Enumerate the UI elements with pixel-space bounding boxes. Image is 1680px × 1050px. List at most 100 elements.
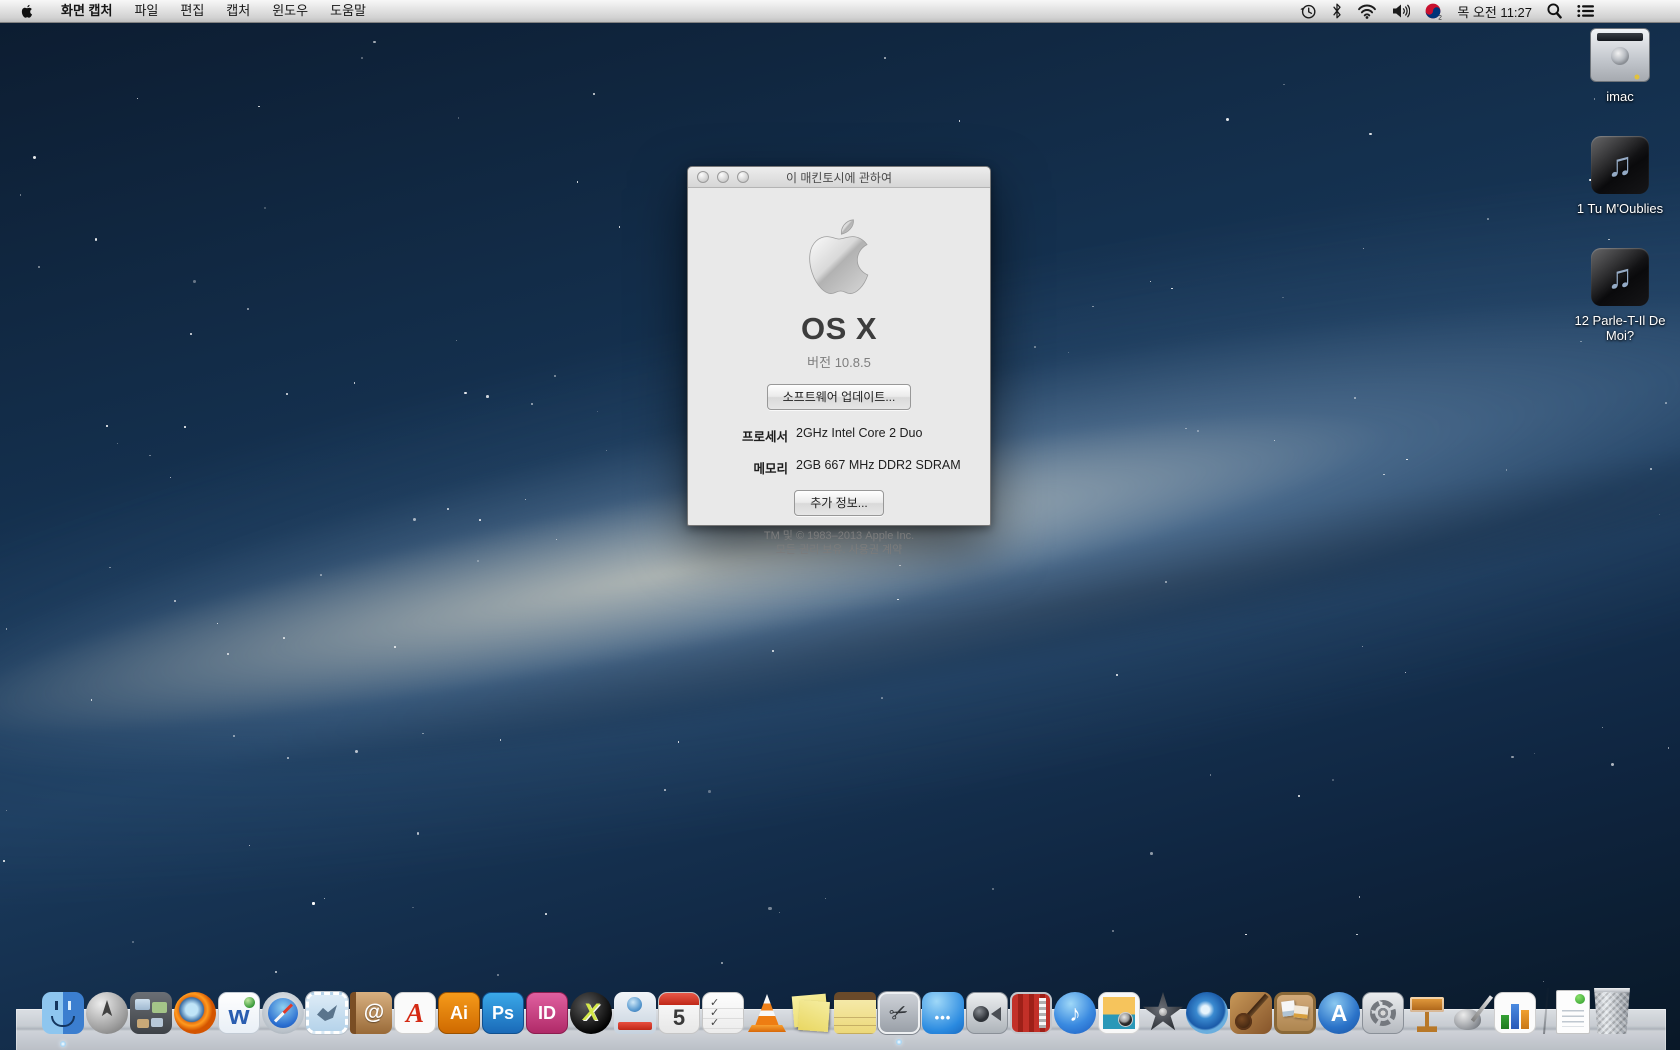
itunes-dock-icon[interactable]: ♪ [1054,992,1096,1034]
more-info-button[interactable]: 추가 정보... [794,490,884,516]
about-this-mac-dialog: 이 매킨토시에 관하여 OS X 버전 10.8.5 소프트웨어 업데이트...… [687,166,991,526]
acrobat-dock-icon[interactable]: A [394,992,436,1034]
messages-dock-icon[interactable]: ••• [922,992,964,1034]
messages-glyph: ••• [922,992,964,1034]
desktop-icon-label: 12 Parle-T-Il De Moi? [1558,313,1680,343]
contacts-glyph: @ [356,992,392,1034]
dock: w@AAiPsIDX5✓✓✓✂•••♪A [0,972,1680,1050]
menu-윈도우[interactable]: 윈도우 [261,0,319,22]
imovie-dock-icon[interactable] [1142,992,1184,1034]
numbers-dock-icon[interactable] [1494,992,1536,1034]
desktop-icon-label: imac [1558,89,1680,104]
indesign-glyph: ID [527,993,567,1033]
menu-캡처[interactable]: 캡처 [215,0,261,22]
idvd-dock-icon[interactable] [1186,992,1228,1034]
w-app-dock-icon[interactable]: w [218,992,260,1034]
quarkxpress-dock-icon[interactable]: X [570,992,612,1034]
grab-dock-icon[interactable]: ✂ [878,992,920,1034]
keynote-dock-icon[interactable] [1406,992,1448,1034]
menu-bar-clock[interactable]: 목 오전 11:27 [1457,2,1532,21]
reminders-glyph: ✓✓✓ [703,993,720,1033]
stickies-dock-icon[interactable] [790,992,832,1034]
desktop-icon-label: 1 Tu M'Oublies [1558,201,1680,216]
running-indicator [60,1041,66,1047]
spotlight-icon[interactable] [1547,3,1562,19]
menu-파일[interactable]: 파일 [123,0,169,22]
mission-control-dock-icon[interactable] [130,992,172,1034]
dialog-title: 이 매킨토시에 관하여 [786,169,892,186]
zoom-button[interactable] [737,171,749,183]
processor-value: 2GHz Intel Core 2 Duo [796,426,922,445]
wifi-icon[interactable] [1357,4,1377,19]
grab-glyph: ✂ [874,988,924,1038]
menu-편집[interactable]: 편집 [169,0,215,22]
app-store-glyph: A [1318,992,1360,1034]
iphoto-dock-icon[interactable] [1098,992,1140,1034]
pages-dock-icon[interactable] [1450,992,1492,1034]
iweb-dock-icon[interactable] [1274,992,1316,1034]
acrobat-glyph: A [395,993,435,1033]
firefox-dock-icon[interactable] [174,992,216,1034]
korean-input-icon[interactable]: 2 [1425,3,1442,20]
illustrator-glyph: Ai [439,993,479,1033]
volume-icon[interactable] [1392,4,1410,18]
music-note-glyph: ♫ [1607,146,1633,185]
launchpad-dock-icon[interactable] [86,992,128,1034]
facetime-dock-icon[interactable] [966,992,1008,1034]
photo-booth-dock-icon[interactable] [1010,992,1052,1034]
trash-dock-icon[interactable] [1592,988,1632,1034]
memory-row: 메모리 2GB 667 MHz DDR2 SDRAM [688,458,990,477]
audio-file-icon: ♫ [1591,248,1649,306]
menu-bar-status-area: 2 목 오전 11:27 [1300,0,1594,22]
memory-value: 2GB 667 MHz DDR2 SDRAM [796,458,961,477]
notes-dock-icon[interactable] [834,992,876,1034]
memory-label: 메모리 [688,458,788,477]
calendar-dock-icon[interactable]: 5 [658,992,700,1034]
dock-divider [1543,988,1549,1034]
close-button[interactable] [697,171,709,183]
indesign-dock-icon[interactable]: ID [526,992,568,1034]
contacts-dock-icon[interactable]: @ [350,992,392,1034]
finder-dock-icon[interactable] [42,992,84,1034]
processor-label: 프로세서 [688,426,788,445]
bluetooth-icon[interactable] [1332,3,1342,19]
apple-menu-icon[interactable] [20,3,34,19]
dock-icons: w@AAiPsIDX5✓✓✓✂•••♪A [42,988,1632,1034]
running-indicator [896,1039,902,1045]
system-preferences-dock-icon[interactable] [1362,992,1404,1034]
calendar-glyph: 5 [659,993,699,1033]
safari-dock-icon[interactable] [262,992,304,1034]
menu-도움말[interactable]: 도움말 [319,0,377,22]
os-name: OS X [688,311,990,347]
audio-file-icon: ♫ [1591,136,1649,194]
menu-bar: 화면 캡처파일편집캡처윈도우도움말 [0,0,1680,23]
system-specs: 프로세서 2GHz Intel Core 2 Duo 메모리 2GB 667 M… [688,426,990,477]
quarkxpress-glyph: X [570,992,612,1034]
illustrator-dock-icon[interactable]: Ai [438,992,480,1034]
vlc-dock-icon[interactable] [746,992,788,1034]
korean-input-badge: 2 [1439,14,1443,19]
desktop-icon-hard-drive[interactable]: imac [1558,28,1680,104]
photoshop-dock-icon[interactable]: Ps [482,992,524,1034]
desktop-icon-audio-file[interactable]: ♫ 1 Tu M'Oublies [1558,136,1680,216]
time-machine-icon[interactable] [1300,3,1317,20]
music-note-glyph: ♫ [1607,258,1633,297]
w-app-glyph: w [219,993,259,1033]
os-version: 버전 10.8.5 [688,352,990,371]
dialog-title-bar[interactable]: 이 매킨토시에 관하여 [688,167,990,188]
toast-dock-icon[interactable] [614,992,656,1034]
minimize-button[interactable] [717,171,729,183]
window-controls [697,171,749,183]
notification-center-icon[interactable] [1577,4,1594,18]
garageband-dock-icon[interactable] [1230,992,1272,1034]
mail-dock-icon[interactable] [306,992,348,1034]
menu-bar-menus: 화면 캡처파일편집캡처윈도우도움말 [50,0,377,22]
hard-drive-icon [1590,28,1650,82]
software-update-button[interactable]: 소프트웨어 업데이트... [767,384,912,410]
menu-화면 캡처[interactable]: 화면 캡처 [50,0,123,22]
desktop-icon-audio-file[interactable]: ♫ 12 Parle-T-Il De Moi? [1558,248,1680,343]
reminders-dock-icon[interactable]: ✓✓✓ [702,992,744,1034]
apple-logo [799,210,879,300]
document-dock-icon[interactable] [1556,990,1590,1034]
app-store-dock-icon[interactable]: A [1318,992,1360,1034]
